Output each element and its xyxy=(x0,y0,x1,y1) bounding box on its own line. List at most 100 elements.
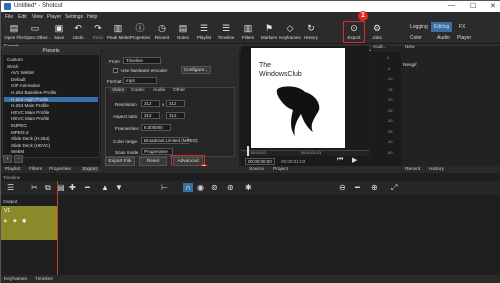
preset-item[interactable]: H.264 High Profile xyxy=(4,96,98,102)
recent-button[interactable]: ◷ Recent xyxy=(151,23,173,40)
minimize-button[interactable]: — xyxy=(448,2,455,9)
menu-player[interactable]: Player xyxy=(47,14,61,20)
menu-view[interactable]: View xyxy=(32,14,43,20)
remove-preset-button[interactable]: − xyxy=(14,155,23,163)
remove-icon[interactable]: ━ xyxy=(85,183,90,192)
mode-logging[interactable]: Logging xyxy=(410,24,428,30)
format-select[interactable]: mp4 xyxy=(123,77,157,84)
history-button[interactable]: ↻ History xyxy=(300,23,322,40)
tab-codec[interactable]: Codec xyxy=(131,88,145,93)
aspect-width-field[interactable]: 312 xyxy=(141,112,160,119)
mode-color[interactable]: Color xyxy=(410,35,422,41)
preset-item[interactable]: MJPEG xyxy=(11,123,27,128)
add-preset-button[interactable]: + xyxy=(3,155,12,163)
preset-item[interactable]: H.264 Baseline Profile xyxy=(11,90,56,95)
playhead-marker[interactable] xyxy=(247,146,249,156)
configure-button[interactable]: Configure... xyxy=(181,66,211,74)
menu-file[interactable]: File xyxy=(5,14,13,20)
timeline-button[interactable]: ☰ Timeline xyxy=(215,23,237,40)
menu-icon[interactable]: ☰ xyxy=(7,183,14,192)
current-timecode-field[interactable]: 00:00:00:00 xyxy=(245,158,275,165)
tab-video[interactable]: Video xyxy=(109,88,128,93)
scrub-icon[interactable]: ◉ xyxy=(197,183,204,192)
undo-button[interactable]: ↶ Undo xyxy=(67,23,89,40)
ripple-all-icon[interactable]: ⊛ xyxy=(227,183,234,192)
lift-icon[interactable]: ▲ xyxy=(101,183,109,192)
notes-button[interactable]: ▤ Notes xyxy=(172,23,194,40)
tab-filters[interactable]: Filters xyxy=(29,167,42,172)
tab-other[interactable]: Other xyxy=(173,88,185,93)
preset-item[interactable]: H.264 Main Profile xyxy=(11,103,49,108)
close-button[interactable]: ✕ xyxy=(490,2,496,10)
lock-icon[interactable]: 🔒︎ xyxy=(4,218,7,224)
preset-item[interactable]: HEVC Main Profile xyxy=(11,110,49,115)
tab-export[interactable]: Export xyxy=(81,167,99,172)
play-icon[interactable]: ▶ xyxy=(352,156,357,164)
preset-item[interactable]: GIF Animation xyxy=(11,83,40,88)
paste-icon[interactable]: ▤ xyxy=(57,183,65,192)
zoom-slider-icon[interactable]: ━ xyxy=(355,183,360,192)
tab-properties[interactable]: Properties xyxy=(49,167,71,172)
tab-new[interactable]: New xyxy=(405,45,415,50)
append-icon[interactable]: ✚ xyxy=(69,183,76,192)
tab-timeline[interactable]: Timeline xyxy=(35,277,53,282)
from-select[interactable]: Timeline xyxy=(123,57,161,64)
markers-button[interactable]: ⚑ Markers xyxy=(258,23,280,40)
hardware-encoder-checkbox[interactable] xyxy=(113,68,118,73)
copy-icon[interactable]: ⧉ xyxy=(45,183,51,193)
tab-audio-meter[interactable]: Audi... xyxy=(373,45,387,50)
color-range-select[interactable]: Broadcast Limited (MPEG) xyxy=(141,137,198,144)
preset-item[interactable]: Slide Deck (HEVC) xyxy=(11,143,50,148)
menu-settings[interactable]: Settings xyxy=(65,14,83,20)
preset-item[interactable]: Default xyxy=(11,77,26,82)
fps-field[interactable]: 8.000000 xyxy=(141,124,171,131)
preset-item[interactable]: Slide Deck (H.264) xyxy=(11,136,50,141)
zoom-out-icon[interactable]: ⊖ xyxy=(339,183,346,192)
preset-item[interactable]: Stock xyxy=(7,64,19,69)
tab-source[interactable]: Source xyxy=(249,167,264,172)
redo-button[interactable]: ↷ Redo xyxy=(87,23,109,40)
open-other-button[interactable]: ▭ Open Other... xyxy=(24,23,51,40)
recent-file-item[interactable]: Nesgif xyxy=(403,63,417,68)
export-file-button[interactable]: Export File xyxy=(105,157,135,166)
mode-editing[interactable]: Editing xyxy=(431,22,453,32)
preset-item[interactable]: WebM xyxy=(11,149,24,154)
timeline-playhead[interactable] xyxy=(57,181,58,276)
snap-icon[interactable]: ∩ xyxy=(183,183,193,192)
ripple-icon[interactable]: ⊚ xyxy=(211,183,218,192)
tab-history[interactable]: History xyxy=(429,167,444,172)
menu-edit[interactable]: Edit xyxy=(18,14,27,20)
mode-player[interactable]: Player xyxy=(457,35,471,41)
split-icon[interactable]: ⊢ xyxy=(161,183,168,192)
playlist-button[interactable]: ☰ Playlist xyxy=(193,23,215,40)
tab-playlist[interactable]: Playlist xyxy=(5,167,20,172)
tab-project[interactable]: Project xyxy=(273,167,288,172)
aspect-height-field[interactable]: 312 xyxy=(166,112,185,119)
cut-icon[interactable]: ✂ xyxy=(31,183,38,192)
tab-recent[interactable]: Recent xyxy=(405,167,420,172)
overwrite-icon[interactable]: ▼ xyxy=(115,183,123,192)
filters-button[interactable]: ▥ Filters xyxy=(237,23,259,40)
preset-item[interactable]: HEVC Main Profile xyxy=(11,116,49,121)
preset-item[interactable]: MPEG-2 xyxy=(11,130,29,135)
tab-audio[interactable]: Audio xyxy=(153,88,165,93)
resolution-width-field[interactable]: 312 xyxy=(141,100,160,107)
menu-help[interactable]: Help xyxy=(87,14,97,20)
ripple-markers-icon[interactable]: ✱ xyxy=(245,183,252,192)
open-file-button[interactable]: ▤ Open File xyxy=(3,23,25,40)
jobs-button[interactable]: ⚙ Jobs xyxy=(366,23,388,40)
skip-previous-icon[interactable]: ⏮ xyxy=(337,156,343,164)
preset-item[interactable]: AV1 WebM xyxy=(11,70,34,75)
peak-meter-button[interactable]: ▥ Peak Meter xyxy=(107,23,130,40)
zoom-in-icon[interactable]: ⊕ xyxy=(371,183,378,192)
reset-button[interactable]: Reset xyxy=(139,157,167,166)
mode-audio[interactable]: Audio xyxy=(437,35,450,41)
scan-mode-select[interactable]: Progressive xyxy=(141,148,173,155)
properties-button[interactable]: ⓘ Properties xyxy=(129,23,151,40)
hide-icon[interactable]: ◉ xyxy=(22,218,26,224)
maximize-button[interactable]: ☐ xyxy=(470,2,476,10)
resolution-height-field[interactable]: 312 xyxy=(166,100,185,107)
zoom-fit-icon[interactable]: ⤢ xyxy=(391,183,397,193)
tab-keyframes[interactable]: Keyframes xyxy=(4,277,27,282)
mode-fx[interactable]: FX xyxy=(459,24,465,30)
